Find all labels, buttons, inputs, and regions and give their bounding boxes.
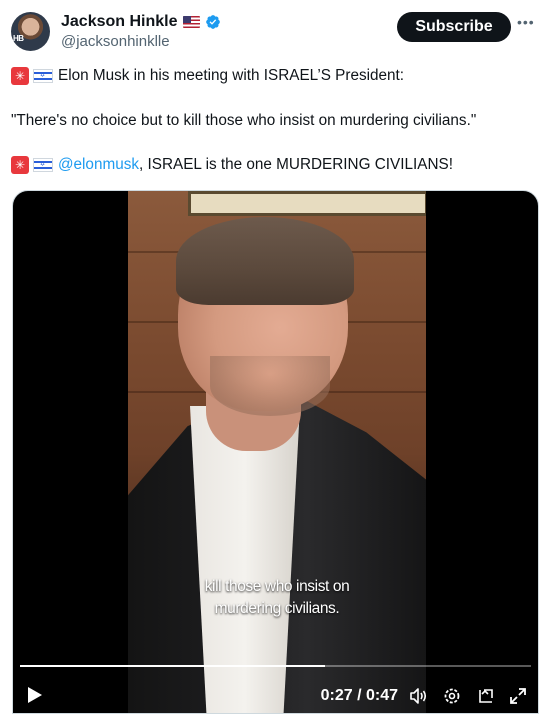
israel-flag-emoji: ✡ (33, 158, 53, 172)
settings-icon[interactable] (442, 686, 462, 706)
israel-flag-emoji: ✡ (33, 69, 53, 83)
verified-badge-icon (205, 15, 220, 29)
video-frame: kill those who insist on murdering civil… (128, 191, 426, 713)
subscribe-button[interactable]: Subscribe (397, 12, 511, 42)
play-icon[interactable] (27, 686, 43, 704)
hair (176, 217, 354, 305)
tweet-text-line-3: , ISRAEL is the one MURDERING CIVILIANS! (139, 156, 453, 173)
tweet-text-line-2: "There's no choice but to kill those who… (11, 112, 477, 129)
tweet-line-2: "There's no choice but to kill those who… (11, 111, 476, 131)
tweet-line-3: ✡ @elonmusk , ISRAEL is the one MURDERIN… (11, 155, 453, 175)
more-icon[interactable]: ••• (517, 15, 537, 29)
pip-icon[interactable] (476, 686, 496, 706)
fullscreen-icon[interactable] (508, 686, 528, 706)
rotating-light-emoji (11, 67, 29, 85)
avatar-badge: HB (13, 34, 24, 43)
author-name-row: Jackson Hinkle (61, 12, 221, 32)
display-name[interactable]: Jackson Hinkle (61, 12, 178, 32)
author-handle[interactable]: @jacksonhinklle (61, 33, 170, 51)
wall-picture (188, 191, 426, 216)
tweet-line-1: ✡ Elon Musk in his meeting with ISRAEL’S… (11, 66, 404, 86)
avatar[interactable]: HB (11, 12, 50, 51)
tweet-text-line-1: Elon Musk in his meeting with ISRAEL’S P… (58, 67, 405, 84)
subtitle-line-1: kill those who insist on (204, 578, 350, 595)
subtitle-line-2: murdering civilians. (214, 600, 340, 617)
volume-icon[interactable] (408, 686, 428, 706)
progress-fill (20, 665, 325, 667)
mention-link[interactable]: @elonmusk (58, 155, 139, 175)
video-player[interactable]: kill those who insist on murdering civil… (12, 190, 539, 714)
video-controls: 0:27 / 0:47 (13, 681, 538, 713)
white-shirt (190, 406, 300, 713)
time-display: 0:27 / 0:47 (320, 687, 398, 704)
rotating-light-emoji (11, 156, 29, 174)
us-flag-icon (182, 16, 200, 28)
stubble (210, 356, 330, 416)
progress-bar[interactable] (20, 665, 531, 667)
